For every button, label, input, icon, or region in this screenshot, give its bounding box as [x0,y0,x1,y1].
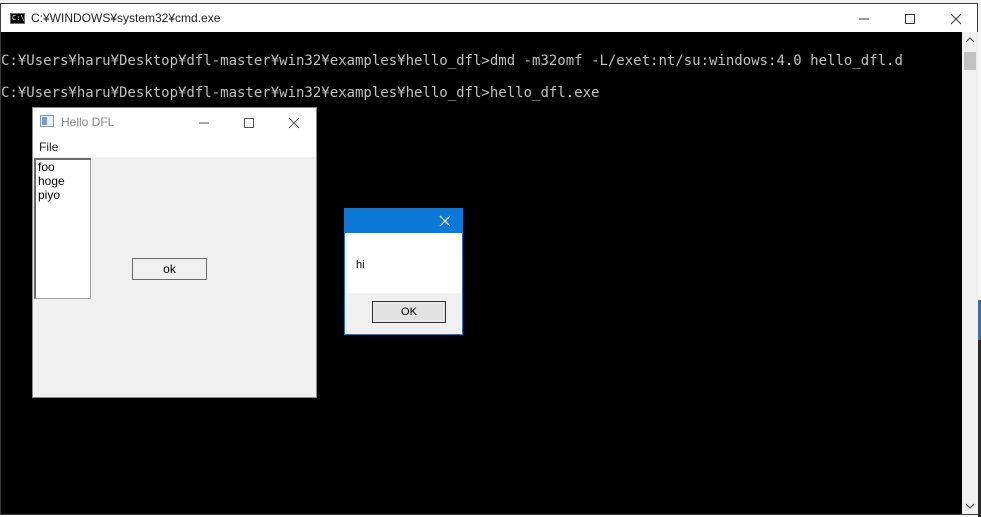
message-box-content: hi [345,233,462,293]
chevron-down-icon [966,503,974,509]
hello-dfl-minimize-button[interactable] [181,108,227,138]
cmd-window-title: C:¥WINDOWS¥system32¥cmd.exe [31,11,221,25]
minimize-icon [199,122,209,124]
scroll-up-button[interactable] [962,32,978,48]
minimize-icon [859,18,869,20]
menu-file[interactable]: File [39,140,58,154]
cmd-minimize-button[interactable] [841,4,887,32]
app-window-icon[interactable] [40,115,54,127]
cmd-titlebar[interactable]: C:\ C:¥WINDOWS¥system32¥cmd.exe [1,4,977,32]
hello-dfl-close-button[interactable] [271,108,317,138]
message-text: hi [356,259,365,271]
hello-dfl-titlebar[interactable]: Hello DFL [33,108,316,138]
list-item[interactable]: piyo [36,188,90,202]
message-box-titlebar[interactable] [345,209,462,233]
scroll-thumb[interactable] [964,52,976,70]
hello-dfl-maximize-button[interactable] [226,108,272,138]
message-box-close-button[interactable] [428,209,462,233]
cmd-close-button[interactable] [933,4,979,32]
hello-dfl-title: Hello DFL [61,115,115,129]
console-line-1: C:¥Users¥haru¥Desktop¥dfl-master¥win32¥e… [1,53,903,69]
hello-dfl-window: Hello DFL File foo hoge piyo ok [32,107,317,398]
scroll-down-button[interactable] [962,498,978,514]
message-ok-button[interactable]: OK [372,301,446,323]
list-item[interactable]: foo [36,160,90,174]
item-listbox[interactable]: foo hoge piyo [34,158,91,299]
hello-dfl-menubar: File [33,138,316,157]
close-icon [439,215,451,227]
cmd-app-icon[interactable]: C:\ [10,13,25,24]
cmd-maximize-button[interactable] [887,4,933,32]
close-icon [950,13,962,25]
ok-button[interactable]: ok [132,258,207,280]
list-item[interactable]: hoge [36,174,90,188]
message-box: hi OK [344,208,463,335]
close-icon [288,117,300,129]
chevron-up-icon [966,37,974,43]
cmd-vertical-scrollbar[interactable] [962,32,978,514]
console-line-2: C:¥Users¥haru¥Desktop¥dfl-master¥win32¥e… [1,85,600,101]
maximize-icon [905,14,915,24]
maximize-icon [244,118,254,128]
